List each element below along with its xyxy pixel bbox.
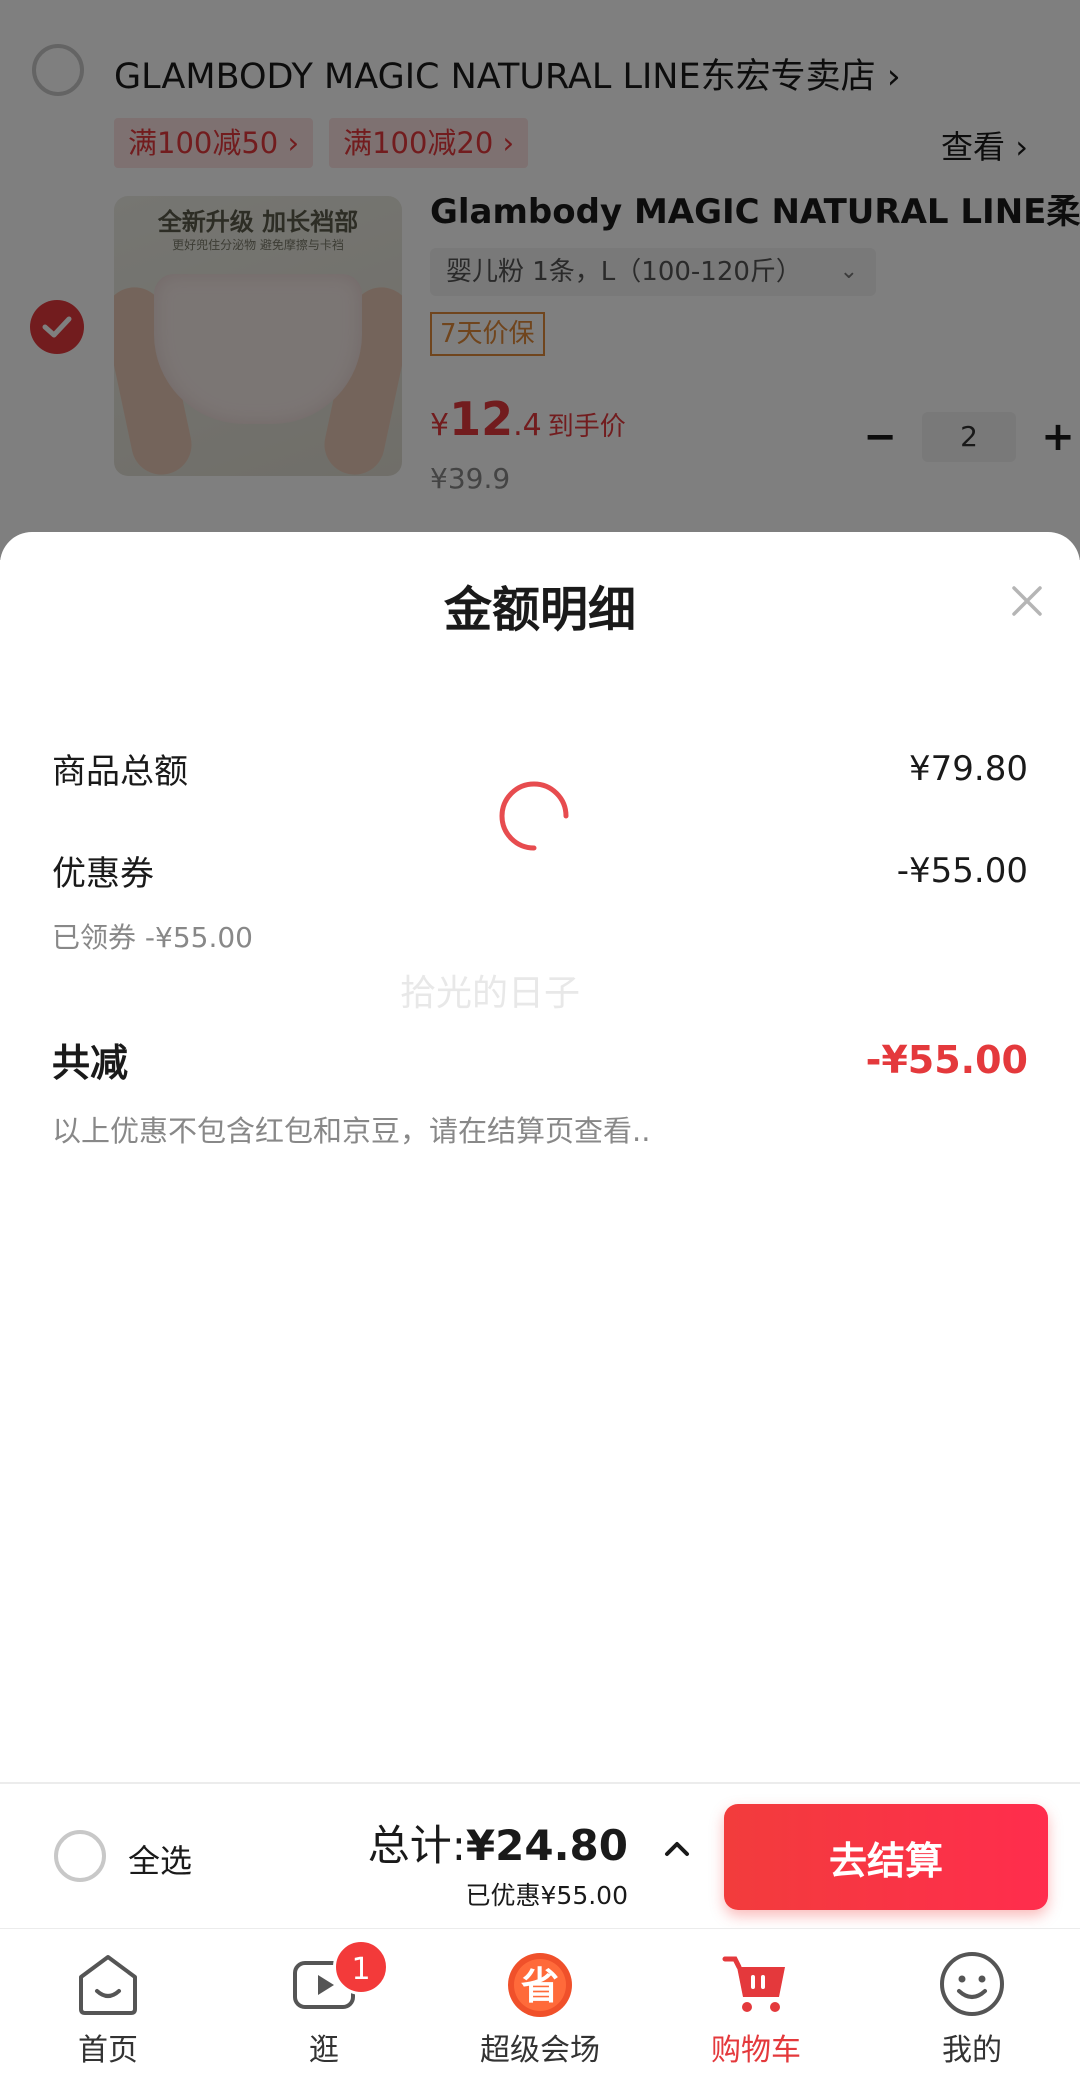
goods-total-label: 商品总额 — [52, 752, 188, 792]
close-icon[interactable] — [1004, 578, 1050, 624]
modal-backdrop[interactable] — [0, 0, 1080, 560]
chevron-up-icon[interactable] — [660, 1832, 694, 1866]
select-all-radio[interactable] — [54, 1830, 106, 1882]
bottom-tab-bar: 首页 1 逛 省 超级会场 购物车 我的 — [0, 1928, 1080, 2077]
total-discount-label: 共减 — [52, 1041, 129, 1085]
saved-amount: 已优惠¥55.00 — [465, 1881, 628, 1910]
tab-label: 首页 — [78, 2033, 138, 2068]
total-prefix: 总计: — [367, 1821, 466, 1870]
tab-label: 逛 — [309, 2033, 339, 2068]
coupon-value: -¥55.00 — [896, 850, 1028, 891]
tab-label: 购物车 — [711, 2033, 801, 2068]
goods-total-value: ¥79.80 — [909, 748, 1028, 789]
sheet-title: 金额明细 — [443, 582, 636, 638]
checkout-button[interactable]: 去结算 — [724, 1804, 1048, 1910]
coupon-label: 优惠券 — [52, 854, 154, 894]
coupon-note: 已领券 -¥55.00 — [52, 921, 253, 954]
tab-profile[interactable]: 我的 — [864, 1929, 1080, 2077]
loading-spinner-icon — [499, 781, 569, 851]
checkout-bar: 全选 总计:¥24.80 已优惠¥55.00 去结算 — [0, 1782, 1080, 1928]
tab-label: 超级会场 — [480, 2033, 600, 2068]
total-discount-value: -¥55.00 — [865, 1037, 1028, 1082]
coupon-row: 优惠券 -¥55.00 — [52, 846, 1028, 895]
total-discount-row: 共减 -¥55.00 — [52, 1032, 1028, 1087]
home-icon — [79, 1955, 137, 2015]
total-price: 总计:¥24.80 — [368, 1812, 628, 1873]
profile-icon — [940, 1952, 1004, 2016]
tab-label: 我的 — [942, 2033, 1002, 2068]
amount-detail-sheet: 金额明细 商品总额 ¥79.80 优惠券 -¥55.00 已领券 -¥55.00… — [0, 532, 1080, 1782]
tab-explore[interactable]: 1 逛 — [216, 1929, 432, 2077]
video-icon-wrap: 1 — [287, 1939, 389, 2021]
svg-text:省: 省 — [521, 1964, 559, 2008]
select-all-label[interactable]: 全选 — [128, 1836, 192, 1882]
watermark-text: 拾光的日子 — [400, 973, 581, 1014]
tab-cart[interactable]: 购物车 — [648, 1929, 864, 2077]
cart-icon — [722, 1956, 785, 2012]
discount-disclaimer: 以上优惠不包含红包和京豆，请在结算页查看.. — [52, 1114, 651, 1148]
notification-badge: 1 — [333, 1939, 389, 1995]
tab-home[interactable]: 首页 — [0, 1929, 216, 2077]
total-amount: ¥24.80 — [465, 1821, 628, 1870]
tab-super-venue[interactable]: 省 超级会场 — [432, 1929, 648, 2077]
super-venue-icon: 省 — [508, 1953, 572, 2017]
